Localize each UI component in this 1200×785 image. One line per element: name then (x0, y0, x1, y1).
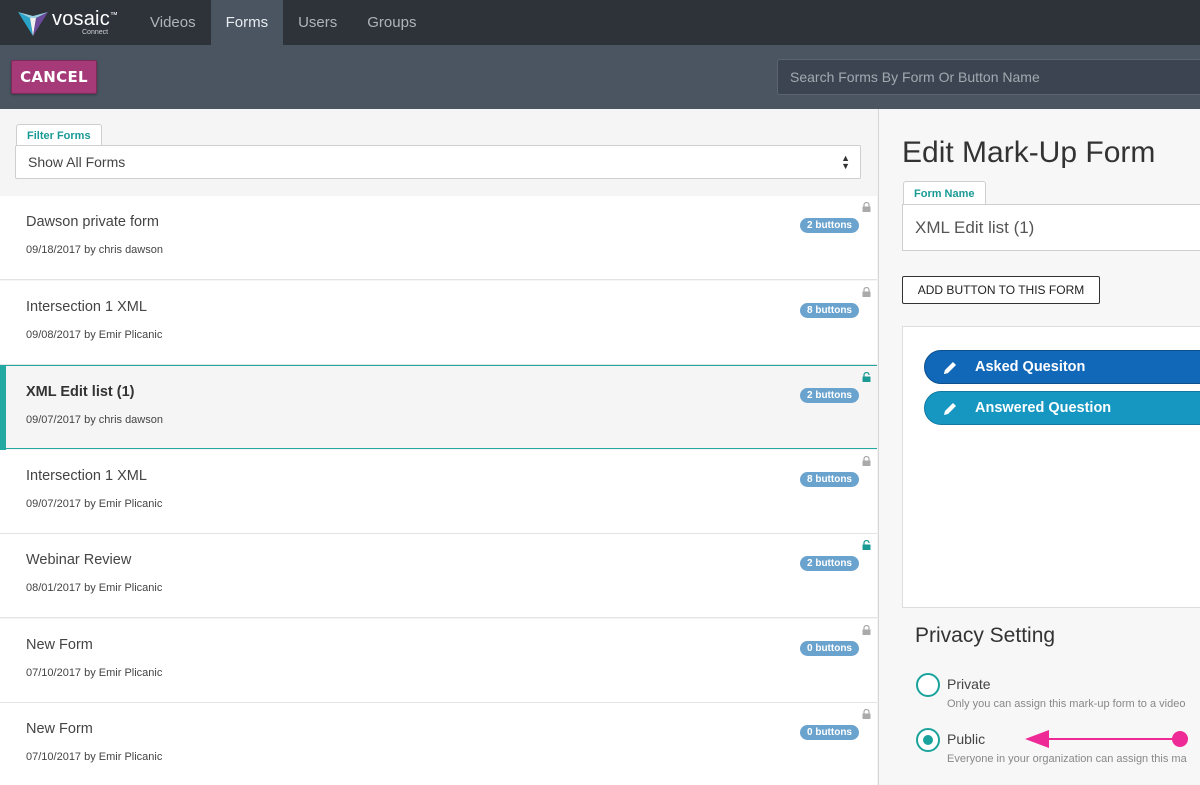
private-radio[interactable] (916, 673, 940, 697)
form-title: Intersection 1 XML (26, 467, 147, 484)
form-meta: 07/10/2017 by Emir Plicanic (26, 751, 163, 763)
public-label: Public (947, 731, 986, 747)
lock-icon (862, 286, 871, 297)
form-title: New Form (26, 721, 93, 737)
nav-users[interactable]: Users (283, 0, 352, 45)
markup-button-asked-question[interactable]: Asked Quesiton (924, 350, 1200, 384)
edit-form-panel: Edit Mark-Up Form Form Name XML Edit lis… (878, 109, 1200, 785)
select-arrows-icon: ▲ ▼ (841, 153, 850, 171)
nav-videos[interactable]: Videos (135, 0, 211, 45)
top-nav: vosaic™ Connect Videos Forms Users Group… (0, 0, 1200, 45)
pencil-icon (944, 362, 956, 374)
markup-button-label: Answered Question (975, 400, 1112, 416)
markup-buttons-container: Asked Quesiton Answered Question (902, 326, 1200, 608)
markup-button-label: Asked Quesiton (975, 359, 1086, 375)
button-count-badge: 2 buttons (800, 218, 859, 233)
nav-groups[interactable]: Groups (352, 0, 431, 45)
forms-list-panel: Filter Forms Show All Forms ▲ ▼ Dawson pr… (0, 109, 877, 785)
form-row[interactable]: New Form 07/10/2017 by Emir Plicanic 0 b… (0, 703, 877, 785)
form-meta: 09/18/2017 by chris dawson (26, 244, 163, 256)
form-meta: 08/01/2017 by Emir Plicanic (26, 582, 163, 594)
form-row[interactable]: Intersection 1 XML 09/07/2017 by Emir Pl… (0, 449, 877, 534)
form-title: Dawson private form (26, 214, 159, 230)
form-meta: 09/07/2017 by Emir Plicanic (26, 497, 163, 510)
form-row[interactable]: Dawson private form 09/18/2017 by chris … (0, 196, 877, 280)
toolbar: CANCEL (0, 45, 1200, 109)
unlock-icon (862, 372, 871, 382)
pencil-icon (944, 403, 956, 415)
button-count-badge: 8 buttons (800, 471, 859, 487)
unlock-icon (862, 540, 871, 550)
filter-forms-select[interactable]: Show All Forms ▲ ▼ (15, 145, 861, 179)
cancel-button[interactable]: CANCEL (11, 60, 97, 94)
form-meta: 09/08/2017 by Emir Plicanic (26, 328, 163, 341)
brand-name: vosaic™ (52, 8, 119, 30)
filter-forms-label: Filter Forms (16, 124, 102, 146)
selected-indicator (0, 365, 6, 450)
brand-sub: Connect (82, 29, 109, 36)
lock-icon (862, 202, 871, 212)
form-row[interactable]: Webinar Review 08/01/2017 by Emir Plican… (0, 534, 877, 618)
markup-button-answered-question[interactable]: Answered Question (924, 391, 1200, 425)
form-list: Dawson private form 09/18/2017 by chris … (0, 196, 877, 785)
form-row-selected[interactable]: XML Edit list (1) 09/07/2017 by chris da… (0, 365, 877, 450)
private-description: Only you can assign this mark-up form to… (947, 698, 1186, 710)
filter-selected-value: Show All Forms (28, 154, 126, 170)
button-count-badge: 8 buttons (800, 302, 859, 318)
annotation-arrow-icon (1025, 730, 1188, 748)
vosaic-logo-icon (18, 11, 48, 36)
form-title: New Form (26, 636, 93, 653)
public-radio[interactable] (916, 728, 940, 752)
public-description: Everyone in your organization can assign… (947, 753, 1187, 765)
lock-icon (862, 709, 871, 719)
private-label: Private (947, 676, 991, 692)
form-title: XML Edit list (1) (26, 384, 135, 400)
button-count-badge: 0 buttons (800, 640, 859, 656)
edit-form-title: Edit Mark-Up Form (902, 136, 1156, 169)
search-forms-input[interactable] (777, 59, 1200, 95)
add-button-to-form-button[interactable]: ADD BUTTON TO THIS FORM (902, 276, 1100, 304)
form-title: Webinar Review (26, 552, 132, 568)
button-count-badge: 2 buttons (800, 556, 859, 571)
trademark-mark: ™ (109, 10, 119, 20)
form-row[interactable]: Intersection 1 XML 09/08/2017 by Emir Pl… (0, 280, 877, 365)
lock-icon (862, 455, 871, 466)
lock-icon (862, 624, 871, 635)
button-count-badge: 2 buttons (800, 388, 859, 403)
vosaic-logo[interactable]: vosaic™ Connect (0, 0, 135, 45)
button-count-badge: 0 buttons (800, 725, 859, 740)
form-name-input[interactable]: XML Edit list (1) (902, 204, 1200, 251)
form-row[interactable]: New Form 07/10/2017 by Emir Plicanic 0 b… (0, 618, 877, 703)
privacy-setting-title: Privacy Setting (915, 624, 1056, 647)
form-title: Intersection 1 XML (26, 298, 147, 315)
form-meta: 09/07/2017 by chris dawson (26, 414, 163, 426)
nav-forms[interactable]: Forms (210, 0, 284, 45)
form-name-label: Form Name (903, 181, 986, 205)
form-meta: 07/10/2017 by Emir Plicanic (26, 666, 163, 679)
